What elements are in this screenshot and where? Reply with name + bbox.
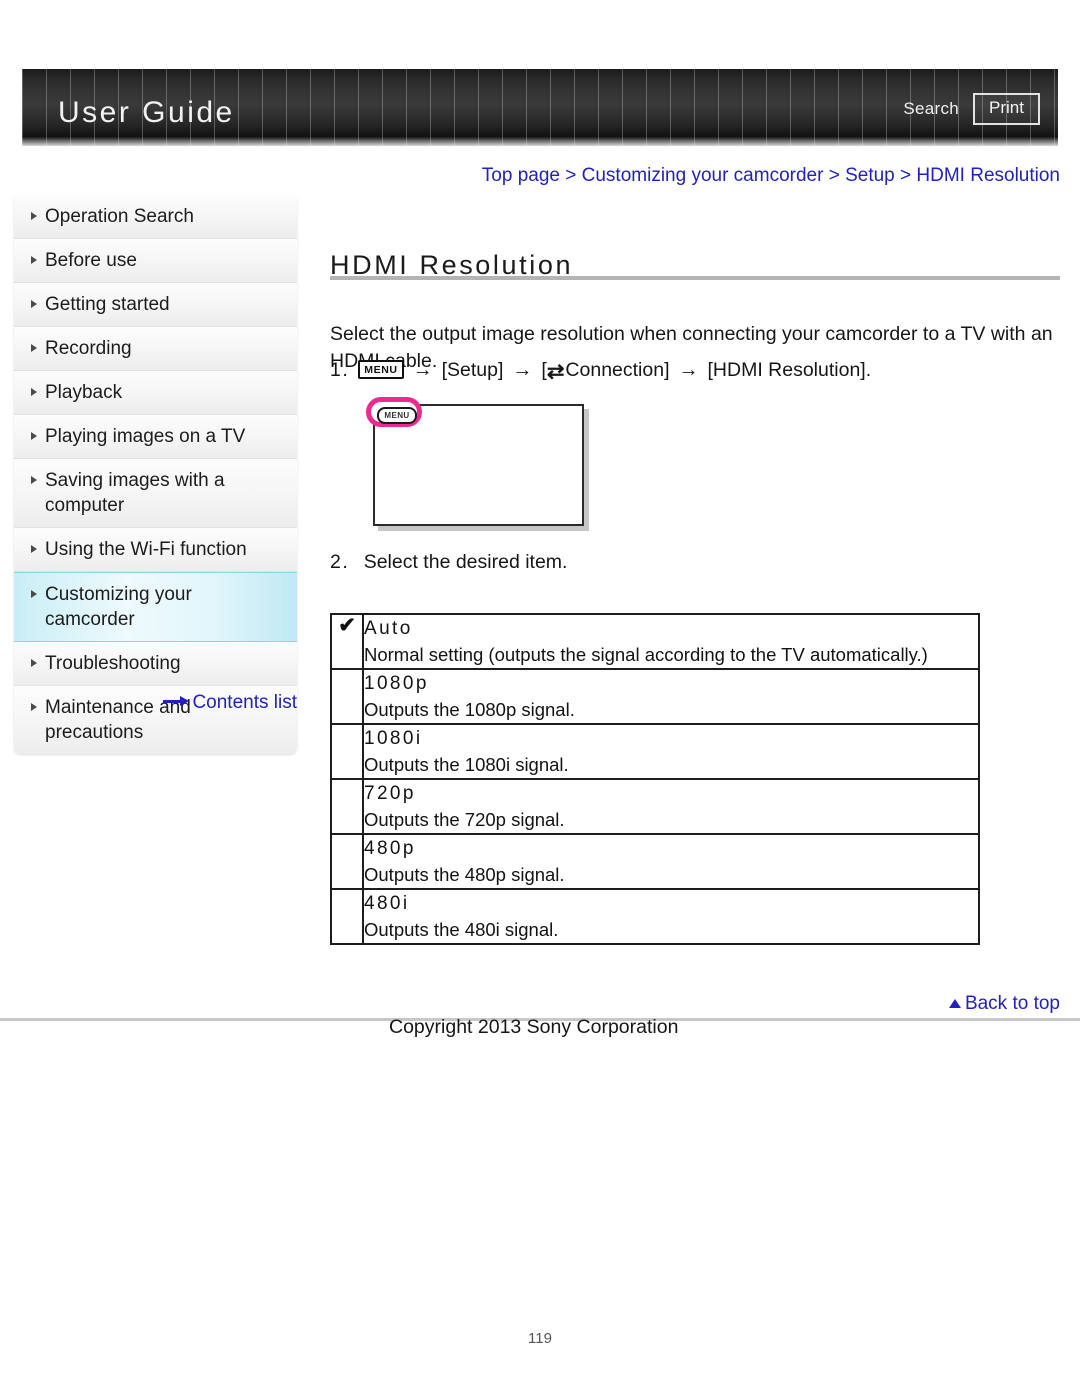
sidebar-item-label: Saving images with a computer <box>45 470 225 516</box>
checkmark-icon <box>330 833 364 890</box>
sidebar-item-getting-started[interactable]: Getting started <box>14 283 297 327</box>
option-cell: 480i Outputs the 480i signal. <box>362 888 980 945</box>
option-description: Outputs the 1080p signal. <box>364 699 575 720</box>
option-name: 480i <box>364 893 410 914</box>
option-description: Outputs the 480p signal. <box>364 864 565 885</box>
arrow-right-icon: → <box>512 359 533 381</box>
connection-arrows-icon: ⇄ <box>546 359 565 383</box>
option-cell: Auto Normal setting (outputs the signal … <box>362 613 980 670</box>
sidebar-item-customizing-your-camcorder[interactable]: Customizing your camcorder <box>14 572 297 642</box>
option-name: 720p <box>364 783 416 804</box>
sidebar-item-label: Before use <box>45 250 137 271</box>
option-description: Outputs the 720p signal. <box>364 809 565 830</box>
step-1-connection-label: Connection] <box>565 359 670 381</box>
print-button[interactable]: Print <box>973 93 1040 125</box>
arrow-right-icon: → <box>678 359 699 381</box>
back-to-top-label: Back to top <box>964 993 1060 1014</box>
sidebar-item-playing-images-on-a-tv[interactable]: Playing images on a TV <box>14 415 297 459</box>
step-2-text: Select the desired item. <box>363 551 568 573</box>
step-1-setup-label: [Setup] <box>441 359 504 381</box>
sidebar-item-operation-search[interactable]: Operation Search <box>14 195 297 239</box>
sidebar-item-label: Recording <box>45 338 132 359</box>
option-description: Normal setting (outputs the signal accor… <box>364 644 928 665</box>
step-2-instruction: 2. Select the desired item. <box>330 549 567 576</box>
menu-highlight-ring: MENU <box>366 397 422 427</box>
checkmark-icon <box>330 888 364 945</box>
sidebar-item-using-the-wifi-function[interactable]: Using the Wi-Fi function <box>14 528 297 572</box>
sidebar-item-saving-images-with-a-computer[interactable]: Saving images with a computer <box>14 459 297 528</box>
option-name: 1080p <box>364 673 429 694</box>
sidebar-item-troubleshooting[interactable]: Troubleshooting <box>14 642 297 686</box>
contents-list-label: Contents list <box>192 692 297 713</box>
option-description: Outputs the 1080i signal. <box>364 754 569 775</box>
sidebar-item-label: Customizing your camcorder <box>45 584 192 630</box>
camcorder-screen-mockup: MENU <box>366 397 584 526</box>
sidebar-item-before-use[interactable]: Before use <box>14 239 297 283</box>
option-cell: 1080p Outputs the 1080p signal. <box>362 668 980 725</box>
table-row[interactable]: 720p Outputs the 720p signal. <box>330 778 980 835</box>
menu-icon: MENU <box>358 360 404 379</box>
bullet-icon <box>31 300 37 308</box>
hdmi-resolution-options-table: ✔ Auto Normal setting (outputs the signa… <box>330 613 980 945</box>
sidebar-item-recording[interactable]: Recording <box>14 327 297 371</box>
sidebar-item-label: Using the Wi-Fi function <box>45 539 247 560</box>
header-actions: Search Print <box>903 93 1040 125</box>
option-cell: 1080i Outputs the 1080i signal. <box>362 723 980 780</box>
bullet-icon <box>31 659 37 667</box>
option-name: Auto <box>364 618 413 639</box>
page-header: User Guide Search Print <box>22 69 1058 146</box>
sidebar-item-label: Getting started <box>45 294 170 315</box>
bullet-icon <box>31 344 37 352</box>
checkmark-icon <box>330 668 364 725</box>
title-divider <box>330 276 1060 280</box>
bullet-icon <box>31 432 37 440</box>
bullet-icon <box>31 545 37 553</box>
bullet-icon <box>31 476 37 484</box>
bullet-icon <box>31 590 37 598</box>
table-row[interactable]: 480i Outputs the 480i signal. <box>330 888 980 945</box>
copyright-text: Copyright 2013 Sony Corporation <box>389 1016 679 1038</box>
table-row[interactable]: ✔ Auto Normal setting (outputs the signa… <box>330 613 980 670</box>
option-cell: 720p Outputs the 720p signal. <box>362 778 980 835</box>
checkmark-icon <box>330 723 364 780</box>
table-row[interactable]: 1080p Outputs the 1080p signal. <box>330 668 980 725</box>
sidebar-item-label: Playback <box>45 382 123 403</box>
table-row[interactable]: 1080i Outputs the 1080i signal. <box>330 723 980 780</box>
bullet-icon <box>31 256 37 264</box>
breadcrumb[interactable]: Top page > Customizing your camcorder > … <box>330 165 1060 187</box>
search-link[interactable]: Search <box>903 99 959 119</box>
option-cell: 480p Outputs the 480p signal. <box>362 833 980 890</box>
option-name: 480p <box>364 838 416 859</box>
arrow-right-icon <box>163 696 190 706</box>
step-1-instruction: 1. MENU → [Setup] → [ ⇄ Connection] → [H… <box>330 357 871 384</box>
contents-list-link[interactable]: Contents list <box>14 692 297 714</box>
option-description: Outputs the 480i signal. <box>364 919 559 940</box>
triangle-up-icon <box>948 999 961 1008</box>
option-name: 1080i <box>364 728 423 749</box>
step-1-number: 1. <box>330 359 350 381</box>
sidebar-nav: Operation Search Before use Getting star… <box>14 195 297 754</box>
sidebar-item-playback[interactable]: Playback <box>14 371 297 415</box>
app-title: User Guide <box>58 96 235 129</box>
step-2-number: 2. <box>330 551 350 573</box>
arrow-right-icon: → <box>412 359 433 381</box>
bullet-icon <box>31 212 37 220</box>
back-to-top-link[interactable]: Back to top <box>330 993 1060 1015</box>
screen-menu-button[interactable]: MENU <box>377 407 417 424</box>
sidebar-item-label: Playing images on a TV <box>45 426 246 447</box>
page-number: 119 <box>528 1330 552 1347</box>
bullet-icon <box>31 388 37 396</box>
checkmark-icon: ✔ <box>330 613 364 670</box>
sidebar-item-label: Operation Search <box>45 206 194 227</box>
sidebar-item-label: Troubleshooting <box>45 653 181 674</box>
checkmark-icon <box>330 778 364 835</box>
table-row[interactable]: 480p Outputs the 480p signal. <box>330 833 980 890</box>
step-1-target-label: [HDMI Resolution]. <box>707 359 872 381</box>
